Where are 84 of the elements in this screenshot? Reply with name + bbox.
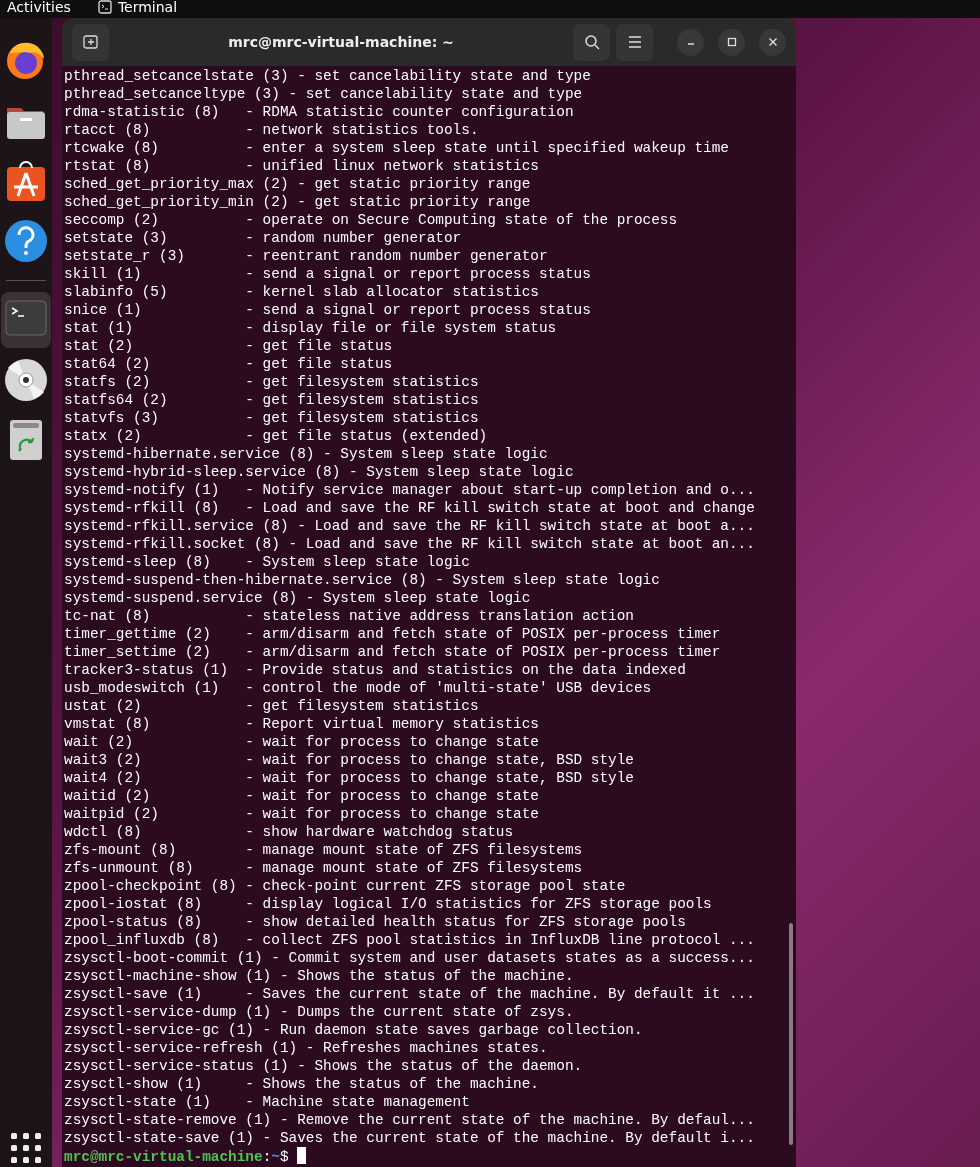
prompt-symbol: $ xyxy=(279,1149,289,1165)
terminal-output-line: sched_get_priority_max (2) - get static priority range xyxy=(64,175,531,193)
menu-button[interactable] xyxy=(616,23,653,61)
terminal-output-line: zsysctl-state (1) - Machine state management xyxy=(64,1093,470,1111)
terminal-output-line: rdma-statistic (8) - RDMA statistic counter configuration xyxy=(64,103,574,121)
terminal-output-line: timer_settime (2) - arm/disarm and fetch state of POSIX per-process timer xyxy=(64,643,721,661)
terminal-output-line: zsysctl-service-dump (1) - Dumps the current state of zsys. xyxy=(64,1003,574,1021)
terminal-output-line: snice (1) - send a signal or report process status xyxy=(64,301,591,319)
maximize-button[interactable] xyxy=(718,28,745,56)
terminal-output-line: systemd-rfkill.socket (8) - Load and save the RF kill switch state at boot an... xyxy=(64,535,755,553)
close-button[interactable] xyxy=(759,28,786,56)
terminal-output-line: zsysctl-save (1) - Saves the current state of the machine. By default it ... xyxy=(64,985,755,1003)
terminal-output-line: pthread_setcancelstate (3) - set cancelability state and type xyxy=(64,67,591,85)
terminal-output-line: systemd-suspend-then-hibernate.service (8) - System sleep state logic xyxy=(64,571,660,589)
terminal-output-line: zpool-status (8) - show detailed health status for ZFS storage pools xyxy=(64,913,686,931)
terminal-output-line: sched_get_priority_min (2) - get static priority range xyxy=(64,193,531,211)
terminal-output-line: zpool_influxdb (8) - collect ZFS pool statistics in InfluxDB line protocol ... xyxy=(64,931,755,949)
terminal-output-line: usb_modeswitch (1) - control the mode of 'multi-state' USB devices xyxy=(64,679,652,697)
terminal-output-line: zsysctl-machine-show (1) - Shows the status of the machine. xyxy=(64,967,574,985)
terminal-output-line: systemd-hybrid-sleep.service (8) - System sleep state logic xyxy=(64,463,574,481)
terminal-output-line: vmstat (8) - Report virtual memory statistics xyxy=(64,715,539,733)
terminal-output-line: zpool-checkpoint (8) - check-point current ZFS storage pool state xyxy=(64,877,626,895)
terminal-output-line: timer_gettime (2) - arm/disarm and fetch state of POSIX per-process timer xyxy=(64,625,721,643)
terminal-output-line: stat64 (2) - get file status xyxy=(64,355,393,373)
terminal-output-line: zfs-unmount (8) - manage mount state of ZFS filesystems xyxy=(64,859,583,877)
terminal-output-line: stat (1) - display file or file system status xyxy=(64,319,557,337)
terminal-output-line: wait (2) - wait for process to change state xyxy=(64,733,539,751)
terminal-output-line: rtstat (8) - unified linux network statistics xyxy=(64,157,539,175)
terminal-output-line: zsysctl-boot-commit (1) - Commit system and user datasets states as a success... xyxy=(64,949,755,967)
terminal-output-line: statx (2) - get file status (extended) xyxy=(64,427,488,445)
terminal-output-line: systemd-sleep (8) - System sleep state logic xyxy=(64,553,470,571)
text-cursor xyxy=(297,1147,307,1164)
prompt-separator: : xyxy=(262,1149,272,1165)
search-button[interactable] xyxy=(573,23,610,61)
close-icon xyxy=(767,37,778,47)
shopping-bag-icon xyxy=(4,159,48,203)
terminal-output-line: wait3 (2) - wait for process to change state, BSD style xyxy=(64,751,634,769)
app-menu-label[interactable]: Terminal xyxy=(117,0,178,15)
terminal-output-line: zpool-iostat (8) - display logical I/O statistics for ZFS storage pools xyxy=(64,895,712,913)
terminal-output-line: wdctl (8) - show hardware watchdog status xyxy=(64,823,514,841)
app-grid-icon[interactable] xyxy=(11,1133,41,1163)
terminal-output-line: statfs (2) - get filesystem statistics xyxy=(64,373,479,391)
terminal-output-line: zfs-mount (8) - manage mount state of ZFS filesystems xyxy=(64,841,583,859)
terminal-output-line: wait4 (2) - wait for process to change state, BSD style xyxy=(64,769,634,787)
terminal-output-line: zsysctl-show (1) - Shows the status of the machine. xyxy=(64,1075,539,1093)
terminal-output-line: zsysctl-service-refresh (1) - Refreshes machines states. xyxy=(64,1039,548,1057)
terminal-output-line: waitid (2) - wait for process to change state xyxy=(64,787,539,805)
terminal-icon xyxy=(97,0,112,14)
terminal-output-line: seccomp (2) - operate on Secure Computing state of the process xyxy=(64,211,678,229)
help-icon xyxy=(4,219,48,263)
menu-icon xyxy=(627,36,642,48)
terminal-output-line: statfs64 (2) - get filesystem statistics xyxy=(64,391,479,409)
search-icon xyxy=(583,34,600,50)
new-tab-icon xyxy=(82,34,99,50)
terminal-output-line: waitpid (2) - wait for process to change state xyxy=(64,805,539,823)
terminal-output-line: systemd-rfkill (8) - Load and save the RF kill switch state at boot and change xyxy=(64,499,755,517)
terminal-output-line: tracker3-status (1) - Provide status and statistics on the data indexed xyxy=(64,661,686,679)
terminal-output-line: tc-nat (8) - stateless native address translation action xyxy=(64,607,634,625)
prompt-path: ~ xyxy=(271,1149,280,1165)
terminal-output-line: systemd-hibernate.service (8) - System sleep state logic xyxy=(64,445,548,463)
terminal-output-line: setstate (3) - random number generator xyxy=(64,229,462,247)
prompt-user-host: mrc@mrc-virtual-machine xyxy=(64,1149,263,1165)
terminal-output-line: zsysctl-state-remove (1) - Remove the current state of the machine. By defaul... xyxy=(64,1111,755,1129)
terminal-output-line: stat (2) - get file status xyxy=(64,337,393,355)
terminal-output-line: skill (1) - send a signal or report process status xyxy=(64,265,591,283)
window-title: mrc@mrc-virtual-machine: ~ xyxy=(227,34,455,50)
terminal-output-line: statvfs (3) - get filesystem statistics xyxy=(64,409,479,427)
maximize-icon xyxy=(726,37,737,47)
new-tab-button[interactable] xyxy=(72,23,109,61)
terminal-output-line: ustat (2) - get filesystem statistics xyxy=(64,697,479,715)
terminal-output-line: zsysctl-service-gc (1) - Run daemon state saves garbage collection. xyxy=(64,1021,643,1039)
terminal-output-line: systemd-notify (1) - Notify service manager about start-up completion and o... xyxy=(64,481,755,499)
terminal-output-line: pthread_setcanceltype (3) - set cancelability state and type xyxy=(64,85,583,103)
terminal-output-line: zsysctl-service-status (1) - Shows the status of the daemon. xyxy=(64,1057,583,1075)
terminal-output-line: setstate_r (3) - reentrant random number generator xyxy=(64,247,548,265)
scrollbar[interactable] xyxy=(789,923,793,1145)
activities-button[interactable]: Activities xyxy=(0,0,78,15)
terminal-output-line: rtacct (8) - network statistics tools. xyxy=(64,121,479,139)
terminal-output-line: systemd-rfkill.service (8) - Load and save the RF kill switch state at boot a... xyxy=(64,517,755,535)
terminal-output-line: zsysctl-state-save (1) - Saves the current state of the machine. By default i... xyxy=(64,1129,755,1147)
terminal-output-line: slabinfo (5) - kernel slab allocator statistics xyxy=(64,283,539,301)
terminal-output-line: systemd-suspend.service (8) - System sleep state logic xyxy=(64,589,531,607)
disc-icon xyxy=(4,358,48,402)
terminal-output-line: rtcwake (8) - enter a system sleep state until specified wakeup time xyxy=(64,139,729,157)
